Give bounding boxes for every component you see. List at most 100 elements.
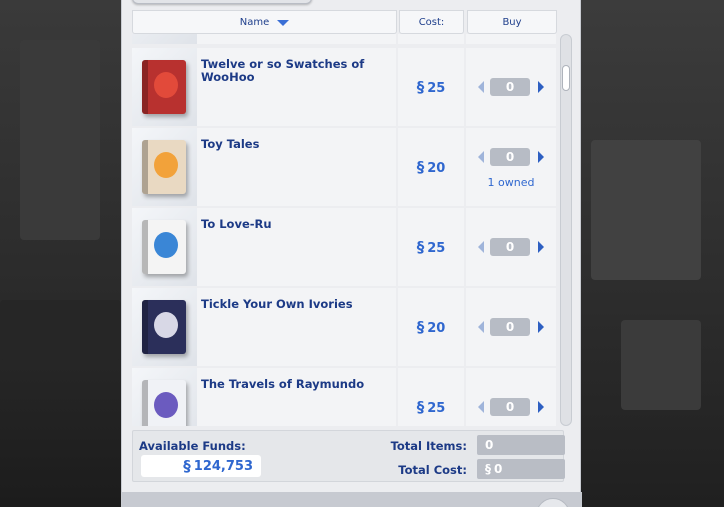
list-item[interactable]: Tickle Your Own Ivories § 20 0 bbox=[132, 288, 558, 366]
list-item[interactable]: To Love-Ru § 25 0 bbox=[132, 208, 558, 286]
quantity-value[interactable]: 0 bbox=[490, 238, 530, 256]
quantity-stepper: 0 bbox=[478, 238, 544, 256]
available-funds-box: § 124,753 bbox=[141, 455, 261, 477]
book-spine bbox=[142, 300, 148, 354]
item-name-cell: Tickle Your Own Ivories bbox=[197, 288, 396, 366]
item-buy-cell: 0 bbox=[466, 368, 556, 426]
buy-header: Buy bbox=[467, 10, 557, 34]
item-cost-cell: § 20 bbox=[398, 288, 464, 366]
book-art bbox=[154, 312, 178, 338]
item-title: To Love-Ru bbox=[201, 217, 272, 231]
item-price-value: 20 bbox=[427, 321, 446, 336]
item-buy-cell: 0 bbox=[466, 208, 556, 286]
decrease-quantity-icon[interactable] bbox=[478, 401, 484, 413]
book-art bbox=[154, 392, 178, 418]
background-shape bbox=[621, 320, 701, 410]
item-buy-cell bbox=[466, 34, 556, 44]
item-price-value: 20 bbox=[427, 161, 446, 176]
quantity-stepper: 0 bbox=[478, 318, 544, 336]
increase-quantity-icon[interactable] bbox=[538, 321, 544, 333]
available-funds-label: Available Funds: bbox=[139, 439, 246, 453]
quantity-stepper: 0 bbox=[478, 78, 544, 96]
list-item[interactable]: The Travels of Raymundo § 25 0 bbox=[132, 368, 558, 426]
list-item[interactable] bbox=[132, 34, 558, 44]
total-cost-value: 0 bbox=[494, 462, 503, 476]
sort-by-cost-header[interactable]: Cost: bbox=[399, 10, 464, 34]
book-art bbox=[154, 152, 178, 178]
list-item[interactable]: Toy Tales § 20 0 1 owned bbox=[132, 128, 558, 206]
increase-quantity-icon[interactable] bbox=[538, 81, 544, 93]
background-shape bbox=[0, 300, 121, 360]
quantity-stepper: 0 bbox=[478, 398, 544, 416]
item-thumbnail bbox=[132, 128, 197, 206]
increase-quantity-icon[interactable] bbox=[538, 401, 544, 413]
book-cover-icon bbox=[142, 140, 186, 194]
quantity-stepper: 0 bbox=[478, 148, 544, 166]
quantity-value[interactable]: 0 bbox=[490, 148, 530, 166]
buy-header-label: Buy bbox=[502, 16, 522, 28]
simoleon-icon: § bbox=[416, 158, 425, 176]
decrease-quantity-icon[interactable] bbox=[478, 241, 484, 253]
decrease-quantity-icon[interactable] bbox=[478, 321, 484, 333]
total-items-field: 0 bbox=[477, 435, 565, 455]
book-spine bbox=[142, 60, 148, 114]
item-title: Toy Tales bbox=[201, 137, 260, 151]
column-header-row: Name Cost: Buy bbox=[132, 10, 558, 34]
book-art bbox=[154, 232, 178, 258]
book-cover-icon bbox=[142, 300, 186, 354]
item-cost-cell: § 25 bbox=[398, 48, 464, 126]
book-cover-icon bbox=[142, 380, 186, 426]
owned-count: 1 owned bbox=[487, 176, 535, 189]
bottom-bar bbox=[122, 492, 582, 507]
item-thumbnail bbox=[132, 368, 197, 426]
quantity-value[interactable]: 0 bbox=[490, 78, 530, 96]
increase-quantity-icon[interactable] bbox=[538, 151, 544, 163]
name-header-label: Name bbox=[239, 16, 270, 28]
simoleon-icon: § bbox=[416, 78, 425, 96]
item-thumbnail bbox=[132, 288, 197, 366]
item-buy-cell: 0 bbox=[466, 288, 556, 366]
quantity-value[interactable]: 0 bbox=[490, 318, 530, 336]
book-spine bbox=[142, 220, 148, 274]
quantity-value[interactable]: 0 bbox=[490, 398, 530, 416]
item-cost-cell: § 20 bbox=[398, 128, 464, 206]
item-price: § 25 bbox=[417, 398, 446, 416]
book-spine bbox=[142, 380, 148, 426]
buy-books-panel: Name Cost: Buy Twelve or so Swatches of … bbox=[121, 0, 582, 507]
available-funds-value: 124,753 bbox=[193, 458, 253, 474]
item-cost-cell: § 25 bbox=[398, 368, 464, 426]
list-scrollbar[interactable] bbox=[560, 34, 572, 426]
item-price-value: 25 bbox=[427, 241, 446, 256]
simoleon-icon: § bbox=[416, 398, 425, 416]
item-thumbnail bbox=[132, 34, 197, 44]
decrease-quantity-icon[interactable] bbox=[478, 81, 484, 93]
item-price: § 25 bbox=[417, 78, 446, 96]
item-name-cell: To Love-Ru bbox=[197, 208, 396, 286]
decrease-quantity-icon[interactable] bbox=[478, 151, 484, 163]
book-cover-icon bbox=[142, 220, 186, 274]
item-name-cell: Toy Tales bbox=[197, 128, 396, 206]
item-price-value: 25 bbox=[427, 81, 446, 96]
total-items-value: 0 bbox=[485, 438, 494, 452]
book-spine bbox=[142, 140, 148, 194]
item-list: Twelve or so Swatches of WooHoo § 25 0 T… bbox=[132, 34, 558, 426]
list-item[interactable]: Twelve or so Swatches of WooHoo § 25 0 bbox=[132, 48, 558, 126]
background-shape bbox=[20, 40, 100, 240]
simoleon-icon: § bbox=[183, 457, 191, 475]
simoleon-icon: § bbox=[416, 238, 425, 256]
top-tab[interactable] bbox=[132, 0, 312, 4]
item-title: Twelve or so Swatches of WooHoo bbox=[201, 57, 365, 84]
item-cost-cell bbox=[398, 34, 464, 44]
item-price: § 25 bbox=[417, 238, 446, 256]
background-left bbox=[0, 0, 121, 507]
cost-header-label: Cost: bbox=[418, 16, 445, 28]
purchase-summary: Available Funds: § 124,753 Total Items: … bbox=[132, 430, 565, 482]
scrollbar-thumb[interactable] bbox=[562, 65, 570, 91]
simoleon-icon: § bbox=[485, 462, 491, 476]
item-title: The Travels of Raymundo bbox=[201, 377, 365, 391]
sort-by-name-header[interactable]: Name bbox=[132, 10, 397, 34]
increase-quantity-icon[interactable] bbox=[538, 241, 544, 253]
item-buy-cell: 0 1 owned bbox=[466, 128, 556, 206]
item-thumbnail bbox=[132, 48, 197, 126]
background-right bbox=[581, 0, 724, 507]
